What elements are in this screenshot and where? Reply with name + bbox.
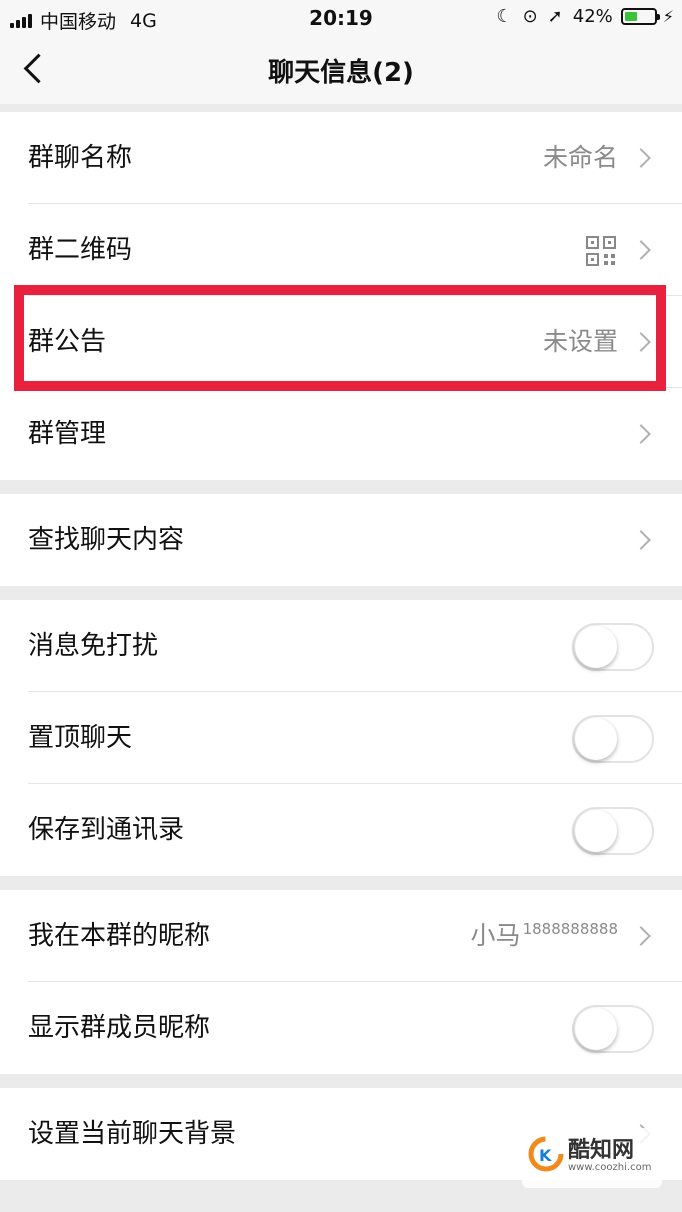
row-group-announcement[interactable]: 群公告 未设置 xyxy=(0,296,682,388)
toggle-knob xyxy=(575,810,617,852)
row-mute: 消息免打扰 xyxy=(0,600,682,692)
row-pin: 置顶聊天 xyxy=(0,692,682,784)
row-label: 我在本群的昵称 xyxy=(28,921,211,951)
watermark-url: www.coozhi.com xyxy=(568,1162,652,1173)
save-contacts-toggle[interactable] xyxy=(572,807,654,855)
row-label: 群管理 xyxy=(28,419,107,449)
coozhi-logo-icon: K xyxy=(528,1136,564,1172)
charging-bolt-icon: ⚡ xyxy=(662,7,674,26)
row-value: 小马 1888888888 xyxy=(471,890,618,985)
nickname-value: 小马 xyxy=(470,921,521,950)
status-right: ☾ ⊙ ➚ 42% ⚡ xyxy=(486,6,674,27)
svg-text:K: K xyxy=(539,1146,552,1165)
battery-percent: 42% xyxy=(572,6,613,27)
row-group-name[interactable]: 群聊名称 未命名 xyxy=(0,112,682,204)
row-label: 查找聊天内容 xyxy=(28,525,185,555)
row-label: 设置当前聊天背景 xyxy=(28,1119,237,1149)
rotation-lock-icon: ⊙ xyxy=(522,6,538,27)
row-label: 群聊名称 xyxy=(28,143,133,173)
row-label: 群二维码 xyxy=(28,235,133,265)
row-value: 未命名 xyxy=(542,143,618,172)
watermark: K 酷知网 www.coozhi.com xyxy=(522,1128,662,1188)
toggle-knob xyxy=(575,1008,617,1050)
row-value: 未设置 xyxy=(542,327,618,356)
battery-icon xyxy=(620,8,660,25)
group-info: 群聊名称 未命名 群二维码 群公告 未设置 群管理 xyxy=(0,112,682,480)
nav-bar: 聊天信息(2) xyxy=(0,36,682,104)
show-nicknames-toggle[interactable] xyxy=(572,1005,654,1053)
row-label: 消息免打扰 xyxy=(28,631,159,661)
toggle-knob xyxy=(575,718,617,760)
chevron-right-icon xyxy=(631,530,651,550)
row-search-chat[interactable]: 查找聊天内容 xyxy=(0,494,682,586)
row-group-manage[interactable]: 群管理 xyxy=(0,388,682,480)
row-group-qr[interactable]: 群二维码 xyxy=(0,204,682,296)
row-label: 显示群成员昵称 xyxy=(28,1013,211,1043)
chevron-right-icon xyxy=(631,424,651,444)
group-nickname: 我在本群的昵称 小马 1888888888 显示群成员昵称 xyxy=(0,890,682,1074)
chevron-right-icon xyxy=(631,148,651,168)
status-bar: 中国移动 4G 20:19 ☾ ⊙ ➚ 42% ⚡ xyxy=(0,0,682,36)
row-my-nickname[interactable]: 我在本群的昵称 小马 1888888888 xyxy=(0,890,682,982)
toggle-knob xyxy=(575,626,617,668)
chevron-right-icon xyxy=(631,926,651,946)
row-show-nicknames: 显示群成员昵称 xyxy=(0,982,682,1074)
row-save-contacts: 保存到通讯录 xyxy=(0,784,682,876)
page-title: 聊天信息(2) xyxy=(268,58,414,88)
chevron-right-icon xyxy=(631,332,651,352)
nickname-number: 1888888888 xyxy=(522,920,618,938)
group-settings: 消息免打扰 置顶聊天 保存到通讯录 xyxy=(0,600,682,876)
row-label: 置顶聊天 xyxy=(28,723,133,753)
chevron-right-icon xyxy=(631,240,651,260)
qr-code-icon xyxy=(586,236,616,266)
watermark-name: 酷知网 xyxy=(568,1138,635,1163)
mute-toggle[interactable] xyxy=(572,623,654,671)
location-arrow-icon: ➚ xyxy=(547,6,563,27)
moon-icon: ☾ xyxy=(496,6,513,27)
pin-toggle[interactable] xyxy=(572,715,654,763)
group-search: 查找聊天内容 xyxy=(0,494,682,586)
row-label: 保存到通讯录 xyxy=(28,815,185,845)
row-label: 群公告 xyxy=(28,327,107,357)
